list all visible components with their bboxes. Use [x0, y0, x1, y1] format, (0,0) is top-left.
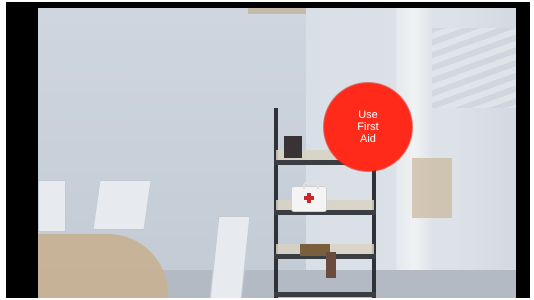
use-first-aid-label: Use First Aid	[357, 109, 378, 145]
prompt-line-3: Aid	[360, 133, 376, 145]
prompt-line-2: First	[357, 121, 379, 133]
shelf-box	[326, 252, 336, 278]
use-first-aid-button[interactable]: Use First Aid	[324, 83, 412, 171]
wall-cabinet	[412, 158, 452, 218]
game-viewport: Use First Aid	[38, 8, 516, 298]
first-aid-kit-icon[interactable]	[291, 182, 327, 212]
dining-chair	[92, 180, 152, 230]
game-frame: Use First Aid	[6, 2, 530, 298]
prompt-line-1: Use	[358, 109, 378, 121]
shelf-box	[284, 136, 302, 158]
rack-shelf	[274, 292, 376, 297]
red-cross-icon	[304, 193, 314, 203]
kit-handle	[303, 182, 319, 189]
staircase	[428, 28, 516, 108]
dining-chair	[38, 180, 66, 232]
